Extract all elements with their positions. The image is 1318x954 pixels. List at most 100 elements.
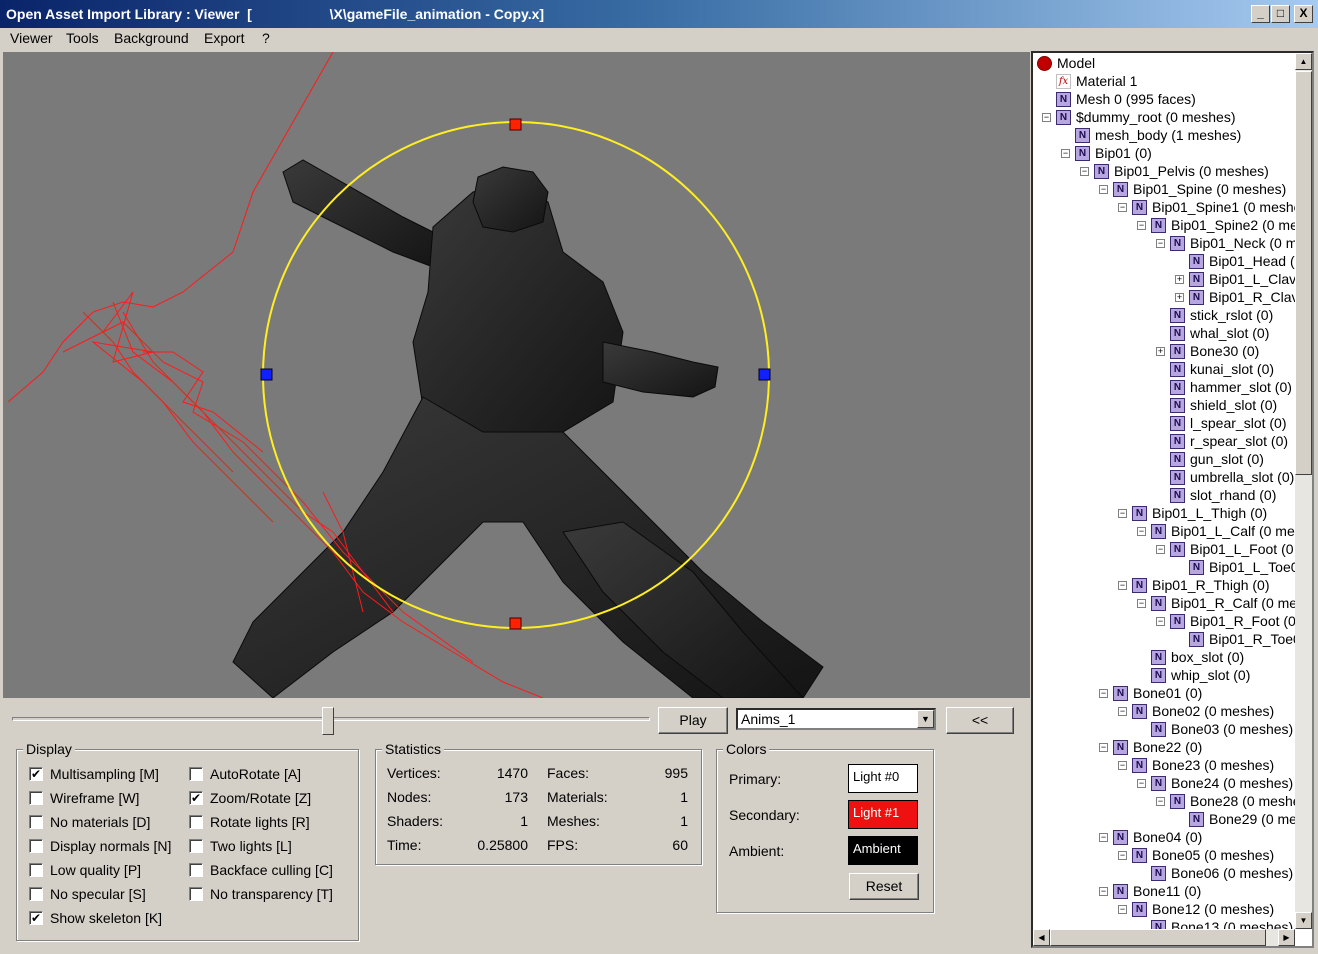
tree-hscroll-thumb[interactable]: [1050, 929, 1266, 946]
close-button[interactable]: X: [1294, 5, 1313, 23]
collapse-icon[interactable]: −: [1118, 707, 1127, 716]
node-icon: N: [1189, 632, 1204, 647]
checkbox-label: No specular [S]: [50, 886, 146, 902]
checkmark-icon[interactable]: ✔: [29, 767, 43, 781]
node-icon: N: [1132, 200, 1147, 215]
secondary-color-swatch[interactable]: Light #1: [848, 800, 918, 829]
collapse-icon[interactable]: −: [1061, 149, 1070, 158]
minimize-button[interactable]: _: [1251, 5, 1270, 23]
tree-vscroll-thumb[interactable]: [1295, 71, 1312, 475]
collapse-icon[interactable]: −: [1118, 851, 1127, 860]
tree-node-label: Bip01_R_Thigh (0): [1152, 577, 1270, 593]
scroll-right-icon[interactable]: ▶: [1278, 929, 1295, 946]
node-icon: N: [1170, 344, 1185, 359]
checkbox-label: No materials [D]: [50, 814, 151, 830]
ambient-color-swatch[interactable]: Ambient: [848, 836, 918, 865]
tree-node-label: Bip01_R_Calf (0 mes: [1171, 595, 1295, 611]
rewind-button[interactable]: <<: [946, 707, 1014, 734]
menu-export[interactable]: Export: [204, 30, 244, 46]
scroll-up-icon[interactable]: ▲: [1295, 53, 1312, 70]
menu-background[interactable]: Background: [114, 30, 189, 46]
checkbox-box[interactable]: [189, 839, 203, 853]
stat-label: Meshes:: [547, 813, 600, 829]
checkbox-box[interactable]: [189, 887, 203, 901]
tree-node-label: Bone05 (0 meshes): [1152, 847, 1275, 863]
collapse-icon[interactable]: −: [1137, 221, 1146, 230]
primary-color-value: Light #0: [853, 769, 900, 784]
collapse-icon[interactable]: −: [1156, 239, 1165, 248]
play-button[interactable]: Play: [658, 707, 728, 734]
tree-node-label: Model: [1057, 55, 1096, 71]
expand-icon[interactable]: +: [1175, 275, 1184, 284]
checkbox-box[interactable]: [29, 791, 43, 805]
expand-icon[interactable]: +: [1156, 347, 1165, 356]
expand-icon[interactable]: +: [1175, 293, 1184, 302]
collapse-icon[interactable]: −: [1099, 833, 1108, 842]
collapse-icon[interactable]: −: [1118, 905, 1127, 914]
collapse-icon[interactable]: −: [1099, 185, 1108, 194]
statistics-group-label: Statistics: [382, 741, 445, 757]
tree-node-label: Bip01 (0): [1095, 145, 1152, 161]
tree-node-label: Bone28 (0 meshe: [1190, 793, 1295, 809]
collapse-icon[interactable]: −: [1156, 617, 1165, 626]
maximize-button[interactable]: □: [1271, 5, 1290, 23]
tree-node-label: Bip01_Pelvis (0 meshes): [1114, 163, 1269, 179]
checkbox-label: Backface culling [C]: [210, 862, 333, 878]
menu-help[interactable]: ?: [262, 30, 270, 46]
collapse-icon[interactable]: −: [1156, 797, 1165, 806]
scroll-down-icon[interactable]: ▼: [1295, 912, 1312, 929]
menu-viewer[interactable]: Viewer: [10, 30, 53, 46]
stat-value: 1: [680, 813, 688, 829]
menu-tools[interactable]: Tools: [66, 30, 99, 46]
node-icon: N: [1132, 758, 1147, 773]
window-title: Open Asset Import Library : Viewer [ \X\…: [6, 6, 545, 22]
tree-node-label: stick_rslot (0): [1190, 307, 1274, 323]
collapse-icon[interactable]: −: [1118, 509, 1127, 518]
animation-select[interactable]: Anims_1 ▼: [736, 708, 936, 730]
collapse-icon[interactable]: −: [1118, 581, 1127, 590]
tree-node-label: Bip01_R_Foot (0 n: [1190, 613, 1295, 629]
node-icon: N: [1170, 398, 1185, 413]
collapse-icon[interactable]: −: [1137, 527, 1146, 536]
tree-horizontal-scrollbar[interactable]: ◀ ▶: [1033, 929, 1295, 946]
animation-timeline-thumb[interactable]: [322, 707, 334, 735]
collapse-icon[interactable]: −: [1099, 689, 1108, 698]
stat-value: 60: [672, 837, 688, 853]
tree-node-label: Bip01_L_Foot (0 n: [1190, 541, 1295, 557]
collapse-icon[interactable]: −: [1042, 113, 1051, 122]
collapse-icon[interactable]: −: [1099, 887, 1108, 896]
reset-button[interactable]: Reset: [849, 873, 919, 900]
checkmark-icon[interactable]: ✔: [29, 911, 43, 925]
tree-node-label: Bip01_L_Thigh (0): [1152, 505, 1268, 521]
collapse-icon[interactable]: −: [1080, 167, 1089, 176]
checkbox-box[interactable]: [189, 815, 203, 829]
title-bar[interactable]: Open Asset Import Library : Viewer [ \X\…: [0, 0, 1318, 28]
menu-bar: Viewer Tools Background Export ?: [0, 28, 1318, 50]
node-icon: N: [1189, 254, 1204, 269]
3d-viewport[interactable]: [3, 52, 1030, 698]
stat-value: 1470: [496, 765, 528, 781]
collapse-icon[interactable]: −: [1118, 203, 1127, 212]
collapse-icon[interactable]: −: [1118, 761, 1127, 770]
tree-node-label: mesh_body (1 meshes): [1095, 127, 1242, 143]
tree-node-label: Bip01_L_Toe0: [1209, 559, 1295, 575]
collapse-icon[interactable]: −: [1137, 779, 1146, 788]
checkmark-icon[interactable]: ✔: [189, 791, 203, 805]
checkbox-box[interactable]: [189, 767, 203, 781]
chevron-down-icon[interactable]: ▼: [917, 710, 934, 728]
checkbox-box[interactable]: [29, 815, 43, 829]
checkbox-box[interactable]: [189, 863, 203, 877]
checkbox-box[interactable]: [29, 887, 43, 901]
material-icon: fx: [1056, 74, 1071, 89]
collapse-icon[interactable]: −: [1099, 743, 1108, 752]
collapse-icon[interactable]: −: [1137, 599, 1146, 608]
checkbox-box[interactable]: [29, 839, 43, 853]
collapse-icon[interactable]: −: [1156, 545, 1165, 554]
scene-tree[interactable]: Model fx Material 1 N Mesh 0 (995 faces) N $du…: [1031, 51, 1314, 948]
primary-color-swatch[interactable]: Light #0: [848, 764, 918, 793]
tree-vertical-scrollbar[interactable]: ▲ ▼: [1295, 53, 1312, 929]
node-icon: N: [1113, 686, 1128, 701]
scroll-left-icon[interactable]: ◀: [1033, 929, 1050, 946]
tree-node-label: kunai_slot (0): [1190, 361, 1275, 377]
checkbox-box[interactable]: [29, 863, 43, 877]
